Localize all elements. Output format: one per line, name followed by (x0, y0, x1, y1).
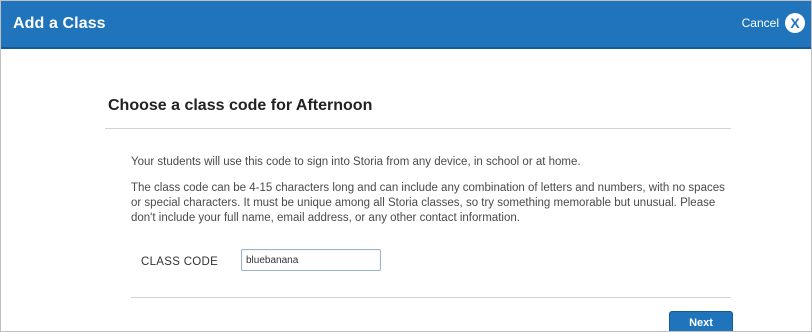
footer-divider (131, 297, 731, 298)
requirements-text: The class code can be 4-15 characters lo… (131, 182, 725, 224)
class-code-heading: Choose a class code for Afternoon (108, 97, 373, 114)
heading-divider (105, 128, 731, 129)
class-code-input[interactable] (241, 249, 381, 271)
dialog-title: Add a Class (13, 15, 106, 32)
dialog-header: Add a Class Cancel X (1, 1, 811, 49)
next-button[interactable]: Next (669, 311, 733, 331)
instructions-text: Your students will use this code to sign… (131, 156, 581, 168)
close-icon[interactable]: X (785, 13, 805, 33)
add-class-dialog: Add a Class Cancel X Choose a class code… (0, 0, 812, 332)
cancel-link[interactable]: Cancel (742, 16, 779, 30)
class-code-label: CLASS CODE (141, 256, 219, 268)
cancel-control[interactable]: Cancel X (742, 13, 805, 33)
